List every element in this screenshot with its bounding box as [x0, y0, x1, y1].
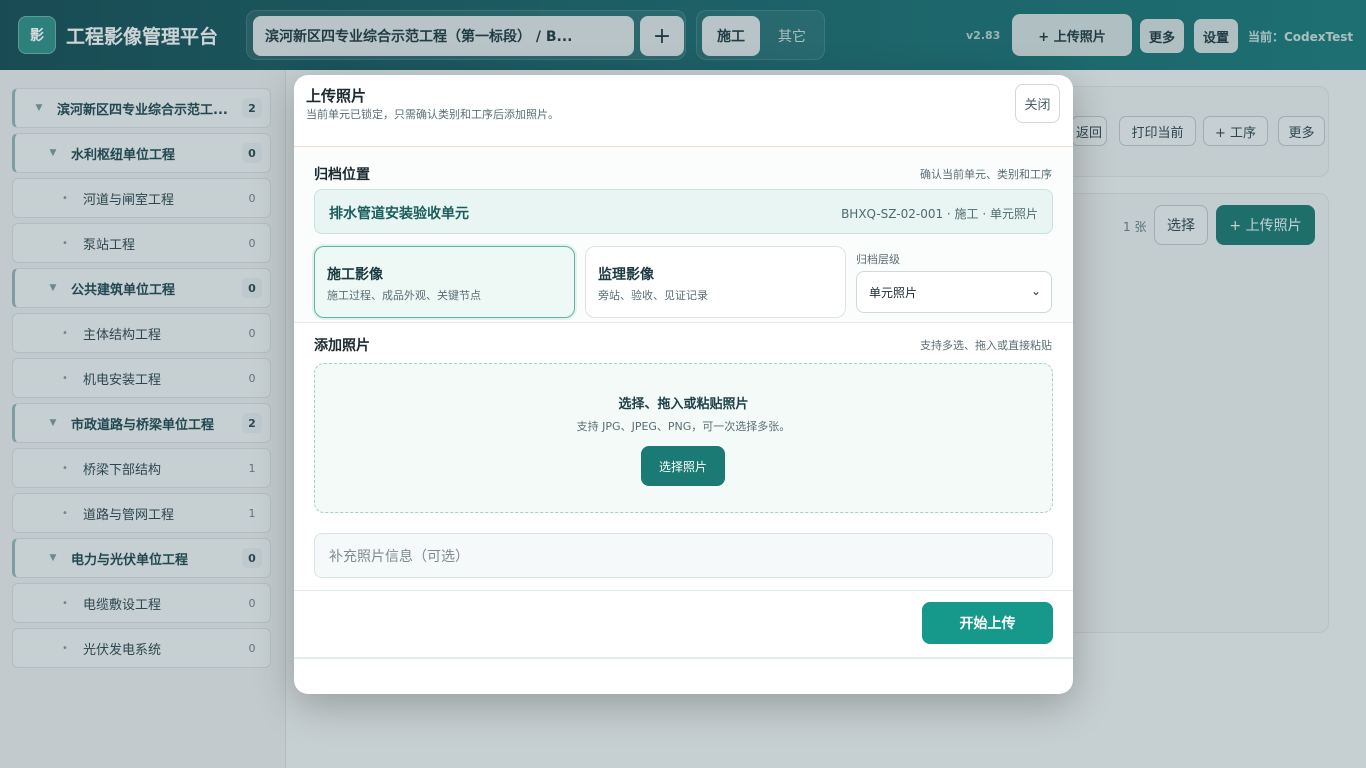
- chevron-down-icon: ⌄: [1030, 284, 1041, 298]
- divider: [294, 322, 1073, 323]
- upload-modal: 上传照片 当前单元已锁定，只需确认类别和工序后添加照片。 关闭 归档位置 确认当…: [294, 75, 1073, 694]
- location-label: 归档位置: [314, 167, 370, 183]
- drop-title: 选择、拖入或粘贴照片: [618, 397, 749, 412]
- modal-subtitle: 当前单元已锁定，只需确认类别和工序后添加照片。: [306, 108, 559, 121]
- divider: [294, 590, 1073, 591]
- choose-photos-button[interactable]: 选择照片: [641, 446, 725, 486]
- unit-code: BHXQ-SZ-02-001 · 施工 · 单元照片: [841, 207, 1038, 221]
- add-photos-label: 添加照片: [314, 338, 370, 354]
- close-button[interactable]: 关闭: [1015, 84, 1060, 123]
- type-desc: 旁站、验收、见证记录: [598, 289, 708, 302]
- level-select-value: 单元照片: [869, 285, 918, 300]
- location-hint: 确认当前单元、类别和工序: [920, 168, 1052, 181]
- type-title: 监理影像: [598, 267, 654, 283]
- drop-desc: 支持 JPG、JPEG、PNG，可一次选择多张。: [576, 420, 791, 433]
- level-label: 归档层级: [856, 253, 900, 266]
- unit-name: 排水管道安装验收单元: [329, 206, 469, 222]
- photo-note-input[interactable]: 补充照片信息（可选）: [314, 533, 1053, 578]
- add-photos-hint: 支持多选、拖入或直接粘贴: [920, 339, 1052, 352]
- type-card-supervision[interactable]: 监理影像 旁站、验收、见证记录: [585, 246, 846, 318]
- type-title: 施工影像: [327, 267, 383, 283]
- type-card-construction[interactable]: 施工影像 施工过程、成品外观、关键节点: [314, 246, 575, 318]
- type-desc: 施工过程、成品外观、关键节点: [327, 289, 481, 302]
- level-select[interactable]: 单元照片 ⌄: [856, 271, 1052, 313]
- photo-drop-zone[interactable]: 选择、拖入或粘贴照片 支持 JPG、JPEG、PNG，可一次选择多张。 选择照片: [314, 363, 1053, 513]
- modal-title: 上传照片: [306, 87, 367, 105]
- locked-unit-box: 排水管道安装验收单元 BHXQ-SZ-02-001 · 施工 · 单元照片: [314, 189, 1053, 234]
- divider: [294, 657, 1073, 659]
- start-upload-button[interactable]: 开始上传: [922, 602, 1053, 644]
